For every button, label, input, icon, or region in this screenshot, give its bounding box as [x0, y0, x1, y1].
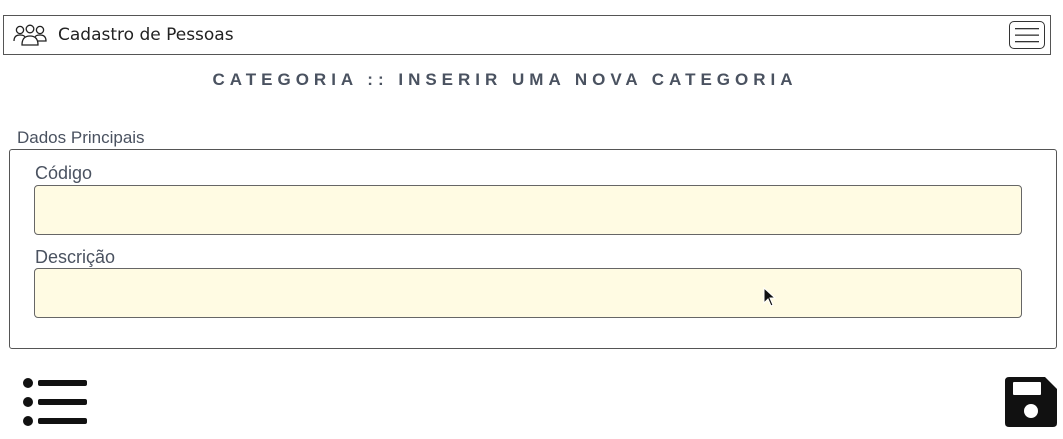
page-title: CATEGORIA :: INSERIR UMA NOVA CATEGORIA	[212, 70, 798, 89]
users-icon	[13, 24, 47, 46]
app-brand[interactable]: Cadastro de Pessoas	[58, 16, 234, 54]
main-data-fieldset	[9, 149, 1057, 349]
navbar: Cadastro de Pessoas	[3, 15, 1051, 55]
mouse-cursor-icon	[763, 287, 777, 307]
hamburger-menu-icon	[1015, 28, 1039, 43]
menu-toggle-button[interactable]	[1009, 21, 1045, 49]
codigo-label: Código	[35, 163, 93, 183]
list-icon	[23, 378, 87, 426]
descricao-label: Descrição	[35, 247, 116, 267]
floppy-disk-icon	[1005, 377, 1057, 427]
fieldset-legend: Dados Principais	[17, 128, 145, 147]
save-button[interactable]	[1005, 377, 1057, 427]
codigo-input[interactable]	[34, 185, 1022, 235]
list-button[interactable]	[22, 378, 88, 426]
descricao-input[interactable]	[34, 268, 1022, 318]
